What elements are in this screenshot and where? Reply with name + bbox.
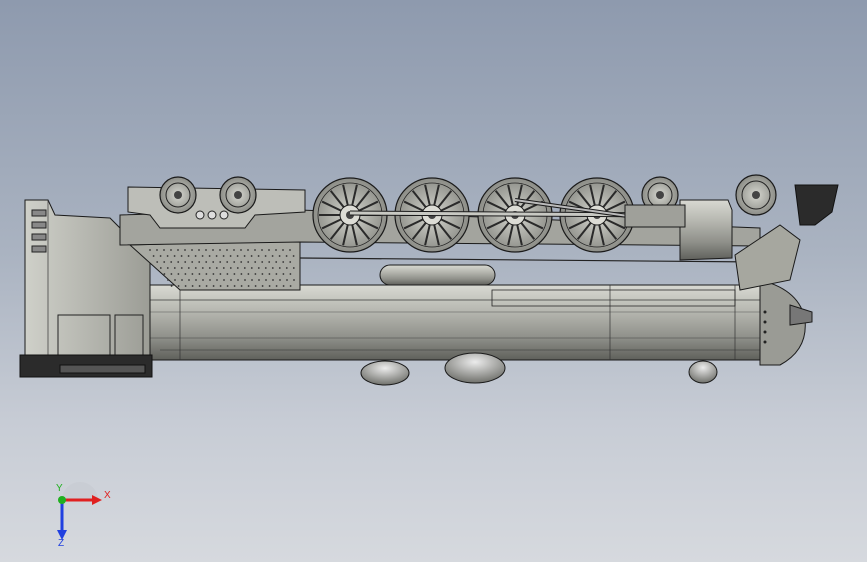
smokebox-front[interactable] (759, 279, 813, 366)
small-wheel[interactable] (735, 174, 777, 216)
coordinate-triad: X Y Z (56, 482, 111, 548)
x-axis-label: X (104, 490, 111, 501)
boiler[interactable] (149, 284, 791, 361)
air-tank[interactable] (379, 264, 496, 286)
small-wheel[interactable] (159, 176, 197, 214)
y-axis-label: Y (56, 483, 63, 494)
graphics-viewport[interactable]: X Y Z (0, 0, 867, 562)
firebox-panel[interactable] (128, 239, 301, 291)
z-axis-label: Z (58, 538, 64, 548)
dome[interactable] (688, 360, 718, 384)
dome[interactable] (444, 352, 506, 384)
locomotive-model[interactable] (0, 0, 867, 562)
y-axis-dot (58, 496, 66, 504)
dome[interactable] (360, 360, 410, 386)
small-wheel[interactable] (219, 176, 257, 214)
